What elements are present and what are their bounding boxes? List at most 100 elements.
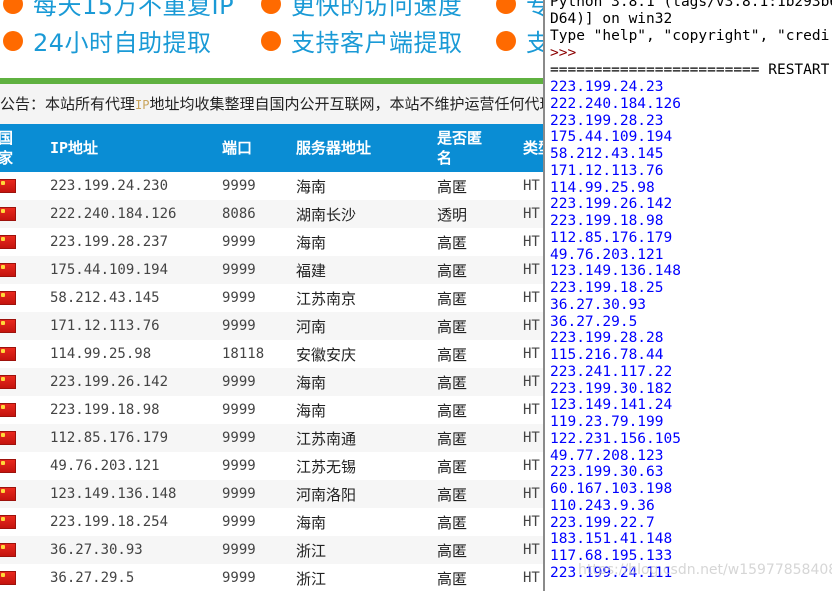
port-cell: 8086 <box>222 200 296 228</box>
type-cell: HT <box>523 290 540 306</box>
table-row: 49.76.203.121 9999 江苏无锡 高匿 HT <box>0 452 545 480</box>
shell-output-line: 223.199.30.63 <box>550 464 664 481</box>
china-flag-icon <box>0 431 16 445</box>
shell-output-line: 223.199.30.182 <box>550 380 673 397</box>
anonymity-cell: 高匿 <box>437 177 468 196</box>
country-cell <box>0 200 50 228</box>
server-cell: 河南 <box>296 312 437 340</box>
anonymity-cell: 高匿 <box>437 345 468 364</box>
shell-output-line: 123.149.136.148 <box>550 263 681 280</box>
ip-cell: 49.76.203.121 <box>50 458 160 474</box>
shell-output-line: 223.199.28.28 <box>550 330 664 347</box>
shell-output-line: 223.199.22.7 <box>550 514 655 531</box>
header-anonymity: 是否匿名 <box>437 124 523 172</box>
port-cell: 9999 <box>222 178 256 194</box>
feature-item: 每天15万不重复IP <box>3 0 234 21</box>
type-cell: HT <box>523 178 540 194</box>
shell-output-line: 110.243.9.36 <box>550 497 655 514</box>
china-flag-icon <box>0 319 16 333</box>
port-cell: 9999 <box>222 368 296 396</box>
header-ip: IP地址 <box>50 124 222 172</box>
ip-cell: 223.199.28.237 <box>50 234 169 250</box>
country-cell <box>0 424 50 452</box>
type-cell: HT <box>523 480 545 508</box>
table-row: 223.199.28.237 9999 海南 高匿 HT <box>0 228 545 256</box>
orange-dot-icon <box>261 0 281 14</box>
shell-output-line: 223.199.26.142 <box>550 196 673 213</box>
feature-label: 每天15万不重复IP <box>33 0 235 20</box>
table-row: 114.99.25.98 18118 安徽安庆 高匿 HT <box>0 340 545 368</box>
orange-dot-icon <box>261 30 281 51</box>
ip-cell: 175.44.109.194 <box>50 256 222 284</box>
server-cell: 海南 <box>296 513 327 532</box>
shell-prompt: >>> <box>550 45 577 61</box>
server-cell: 湖南长沙 <box>296 200 437 228</box>
china-flag-icon <box>0 207 16 221</box>
table-row: 223.199.18.98 9999 海南 高匿 HT <box>0 396 545 424</box>
country-cell <box>0 508 50 536</box>
country-cell <box>0 340 50 368</box>
port-cell: 18118 <box>222 346 265 362</box>
type-cell: HT <box>523 312 545 340</box>
china-flag-icon <box>0 347 16 361</box>
notice-suffix: 地址均收集整理自国内公开互联网，本站不维护运营任何代理 <box>149 95 545 113</box>
shell-output-line: 58.212.43.145 <box>550 146 664 162</box>
port-cell: 9999 <box>222 570 256 586</box>
china-flag-icon <box>0 543 16 557</box>
country-cell <box>0 396 50 424</box>
table-row: 175.44.109.194 9999 福建 高匿 HT <box>0 256 545 284</box>
anonymity-cell: 高匿 <box>437 368 523 396</box>
feature-item: 24小时自助提取 <box>3 23 212 58</box>
shell-output-line: 223.199.18.98 <box>550 213 664 229</box>
type-cell: HT <box>523 368 545 396</box>
port-cell: 9999 <box>222 458 256 474</box>
shell-output-line: 122.231.156.105 <box>550 430 681 447</box>
orange-dot-icon <box>3 30 23 51</box>
port-cell: 9999 <box>222 424 296 452</box>
type-cell: HT <box>523 458 540 474</box>
shell-output-line: 175.44.109.194 <box>550 129 673 146</box>
ip-cell: 223.199.24.230 <box>50 178 169 194</box>
server-cell: 河南洛阳 <box>296 480 437 508</box>
table-header-row: 国家 IP地址 端口 服务器地址 是否匿名 类型 <box>0 124 545 172</box>
shell-output-line: 119.23.79.199 <box>550 414 664 430</box>
ip-cell: 58.212.43.145 <box>50 290 160 306</box>
shell-output-line: 223.199.18.25 <box>550 280 664 296</box>
server-cell: 江苏南通 <box>296 424 437 452</box>
ip-cell: 222.240.184.126 <box>50 200 222 228</box>
ip-cell: 112.85.176.179 <box>50 424 222 452</box>
server-cell: 江苏无锡 <box>296 457 357 476</box>
china-flag-icon <box>0 515 16 529</box>
table-row: 223.199.26.142 9999 海南 高匿 HT <box>0 368 545 396</box>
server-cell: 浙江 <box>296 536 437 564</box>
type-cell: HT <box>523 570 540 586</box>
shell-output-line: 36.27.30.93 <box>550 296 647 313</box>
shell-output-line: 36.27.29.5 <box>550 313 638 330</box>
shell-output-line: 171.12.113.76 <box>550 162 664 179</box>
country-cell <box>0 452 50 480</box>
header-server: 服务器地址 <box>296 124 437 172</box>
country-cell <box>0 228 50 256</box>
feature-label: 24小时自助提取 <box>33 29 212 57</box>
server-cell: 海南 <box>296 177 327 196</box>
country-cell <box>0 256 50 284</box>
shell-output-line: 114.99.25.98 <box>550 179 655 196</box>
type-cell: HT <box>523 514 540 530</box>
server-cell: 海南 <box>296 368 437 396</box>
china-flag-icon <box>0 459 16 473</box>
ip-cell: 171.12.113.76 <box>50 312 222 340</box>
server-cell: 江苏南京 <box>296 289 357 308</box>
anonymity-cell: 高匿 <box>437 289 468 308</box>
china-flag-icon <box>0 571 16 585</box>
feature-item: 专 <box>496 0 545 21</box>
ip-cell: 123.149.136.148 <box>50 480 222 508</box>
shell-output-line: 223.241.117.22 <box>550 363 673 380</box>
type-cell: HT <box>523 346 540 362</box>
shell-output-line: 49.76.203.121 <box>550 246 664 263</box>
orange-dot-icon <box>3 0 23 14</box>
type-cell: HT <box>523 234 540 250</box>
shell-banner-line: D64)] on win32 <box>550 11 673 27</box>
shell-banner-line: Type "help", "copyright", "credi <box>550 28 830 44</box>
anonymity-cell: 高匿 <box>437 513 468 532</box>
python-shell[interactable]: Python 3.8.1 (tags/v3.8.1:1b293b6 D64)] … <box>543 0 832 591</box>
